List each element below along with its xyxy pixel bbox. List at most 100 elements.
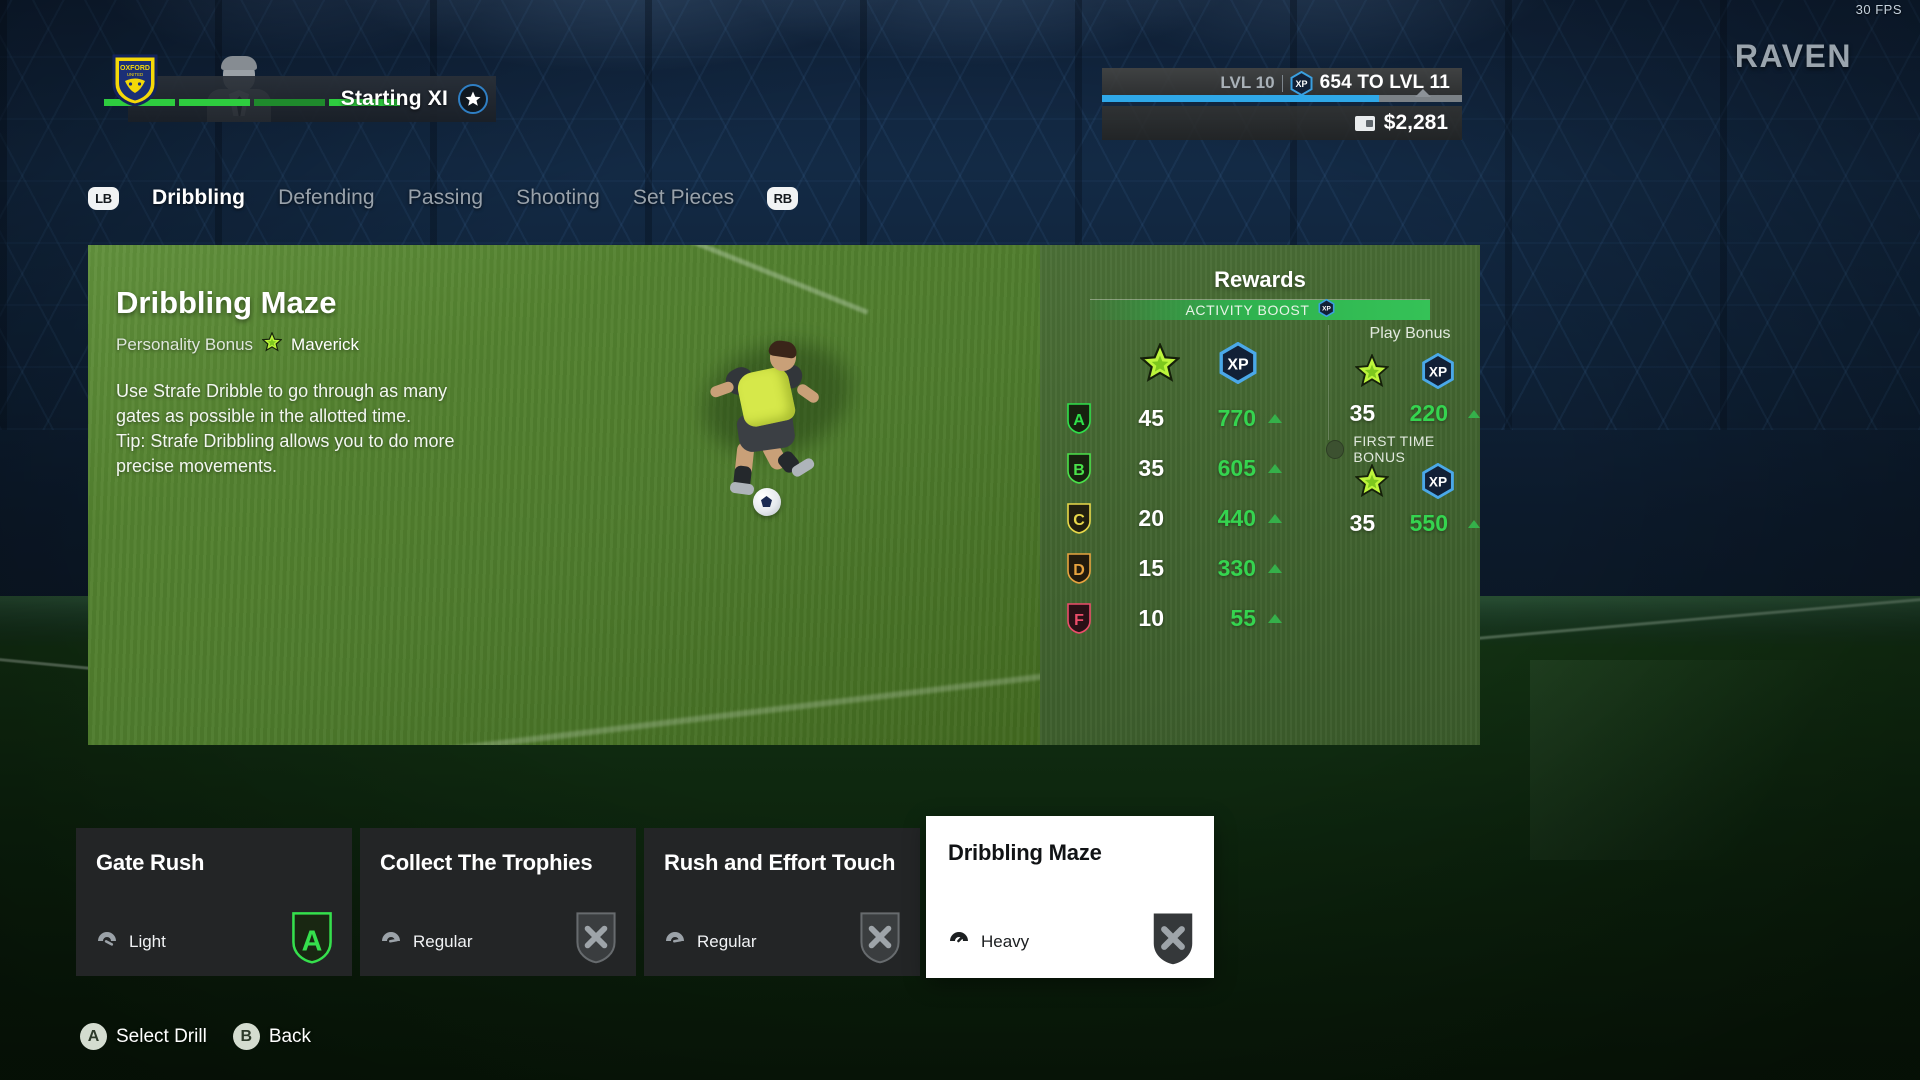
level-label: LVL 10 <box>1220 73 1275 92</box>
drill-card-title: Gate Rush <box>96 850 205 875</box>
drill-card-gate-rush[interactable]: Gate Rush Light A <box>76 828 352 976</box>
svg-text:F: F <box>1074 612 1084 629</box>
grade-star-count: 45 <box>1138 404 1164 431</box>
xp-hex-icon: XP <box>1421 462 1455 504</box>
svg-text:XP: XP <box>1322 305 1331 312</box>
drill-card-intensity: Light <box>129 932 166 951</box>
tab-dribbling[interactable]: Dribbling <box>152 186 245 210</box>
svg-text:XP: XP <box>1295 79 1307 89</box>
tab-set-pieces[interactable]: Set Pieces <box>633 186 734 210</box>
drill-card-rush-and-effort-touch[interactable]: Rush and Effort Touch Regular <box>644 828 920 976</box>
drill-card-footer: Regular <box>380 930 473 954</box>
svg-text:C: C <box>1073 512 1085 529</box>
rewards-panel: Rewards ACTIVITY BOOST XP Play Bonus XP … <box>1040 245 1480 745</box>
grade-reward-table: A 45 770 B 35 605 C 20 440 D 15 330 F 10… <box>1066 393 1322 643</box>
grade-column-headers: XP <box>1138 341 1258 389</box>
xp-hex-icon: XP <box>1421 352 1455 394</box>
grade-xp-value: 440 <box>1217 504 1256 531</box>
green-star-icon <box>1354 463 1390 503</box>
grade-star-count: 10 <box>1138 604 1164 631</box>
table-row: A 45 770 <box>1066 393 1322 443</box>
drill-title: Dribbling Maze <box>116 285 337 320</box>
prompt-label: Back <box>268 1025 312 1047</box>
tab-shooting[interactable]: Shooting <box>516 186 600 210</box>
drill-card-unplayed-shield <box>858 910 902 964</box>
player-name: RAVEN <box>1734 38 1852 74</box>
play-bonus-icons: XP <box>1330 352 1480 394</box>
fps-counter: 30 FPS <box>1855 2 1902 17</box>
rewards-title: Rewards <box>1214 267 1306 292</box>
play-bonus-label: Play Bonus <box>1369 325 1451 342</box>
prompt-label: Select Drill <box>116 1025 207 1047</box>
player-sprite <box>708 339 838 516</box>
prompt-select-drill[interactable]: A Select Drill <box>80 1023 207 1050</box>
b-button-icon: B <box>232 1023 260 1050</box>
squad-name: Starting XI <box>340 87 448 110</box>
drill-card-unplayed-shield <box>574 910 618 964</box>
squad-label-group: Starting XI <box>341 84 496 114</box>
grade-xp-value: 55 <box>1230 604 1256 631</box>
wallet-icon <box>1354 115 1375 131</box>
drill-card-dribbling-maze[interactable]: Dribbling Maze Heavy <box>928 818 1212 976</box>
tab-passing[interactable]: Passing <box>408 186 483 210</box>
currency-bar: $2,281 <box>1102 106 1462 140</box>
drill-preview-video: Dribbling Maze Personality Bonus Maveric… <box>88 245 1040 745</box>
grade-xp-value: 770 <box>1217 404 1256 431</box>
preview-pitch-line-2 <box>420 640 1040 745</box>
xp-progress-fill <box>1102 95 1380 102</box>
grade-shield-c: C <box>1066 502 1092 534</box>
tab-defending[interactable]: Defending <box>278 186 375 210</box>
prompt-back[interactable]: B Back <box>232 1023 312 1050</box>
drill-card-title: Dribbling Maze <box>948 840 1102 865</box>
intensity-gauge-icon <box>948 930 970 954</box>
drill-card-list: Gate Rush Light A Collect The Trophies R… <box>76 818 1220 976</box>
svg-text:D: D <box>1073 562 1085 579</box>
play-bonus-xp: 220 <box>1409 400 1448 426</box>
category-tabs: LB Dribbling Defending Passing Shooting … <box>88 186 799 210</box>
drill-card-title: Rush and Effort Touch <box>664 850 896 875</box>
xp-hex-icon: XP <box>1218 341 1258 389</box>
bonus-status-icon <box>1326 439 1345 459</box>
first-time-bonus-label: FIRST TIME BONUS <box>1353 433 1435 465</box>
svg-text:XP: XP <box>1429 475 1447 490</box>
drill-card-intensity: Regular <box>413 932 473 951</box>
drill-detail-panel: Dribbling Maze Personality Bonus Maveric… <box>88 245 1480 745</box>
button-prompt-bar: A Select Drill B Back <box>80 1023 311 1050</box>
first-time-bonus-block: XP 35 550 <box>1330 462 1480 537</box>
increase-arrow-icon <box>1468 519 1480 528</box>
drill-card-unplayed-shield <box>1150 910 1194 965</box>
xp-marker-caret <box>1415 89 1431 97</box>
star-icon <box>458 84 488 114</box>
intensity-gauge-icon <box>664 930 686 954</box>
increase-arrow-icon <box>1268 513 1282 523</box>
divider <box>1328 325 1329 440</box>
personality-bonus-name: Maverick <box>291 334 360 354</box>
activity-boost-label: ACTIVITY BOOST <box>1185 302 1310 318</box>
grade-xp-value: 605 <box>1217 454 1256 481</box>
drill-description: Use Strafe Dribble to go through as many… <box>116 381 455 476</box>
drill-card-title: Collect The Trophies <box>380 850 593 875</box>
green-star-icon <box>1354 353 1390 393</box>
increase-arrow-icon <box>1468 409 1480 418</box>
drill-card-grade-shield: A <box>290 910 334 964</box>
svg-text:A: A <box>302 926 323 958</box>
right-bumper-icon[interactable]: RB <box>767 186 799 210</box>
table-row: F 10 55 <box>1066 593 1322 643</box>
play-bonus-block: XP 35 220 <box>1330 352 1480 427</box>
increase-arrow-icon <box>1268 613 1282 623</box>
xp-progress-track <box>1102 95 1462 102</box>
grade-shield-f: F <box>1066 602 1092 634</box>
divider <box>1281 74 1283 92</box>
svg-text:XP: XP <box>1227 357 1249 374</box>
svg-text:UNITED: UNITED <box>127 72 143 77</box>
club-badge-oxford-united: OXFORD UNITED <box>112 54 158 107</box>
grade-xp-value: 330 <box>1217 554 1256 581</box>
xp-hex-icon: XP <box>1290 70 1313 96</box>
svg-text:OXFORD: OXFORD <box>120 65 150 72</box>
drill-card-collect-the-trophies[interactable]: Collect The Trophies Regular <box>360 828 636 976</box>
first-time-bonus-stars: 35 <box>1349 510 1376 536</box>
drill-card-intensity: Regular <box>697 932 757 951</box>
left-bumper-icon[interactable]: LB <box>88 186 119 210</box>
drill-card-intensity: Heavy <box>981 932 1030 951</box>
personality-bonus-label: Personality Bonus <box>116 334 254 354</box>
